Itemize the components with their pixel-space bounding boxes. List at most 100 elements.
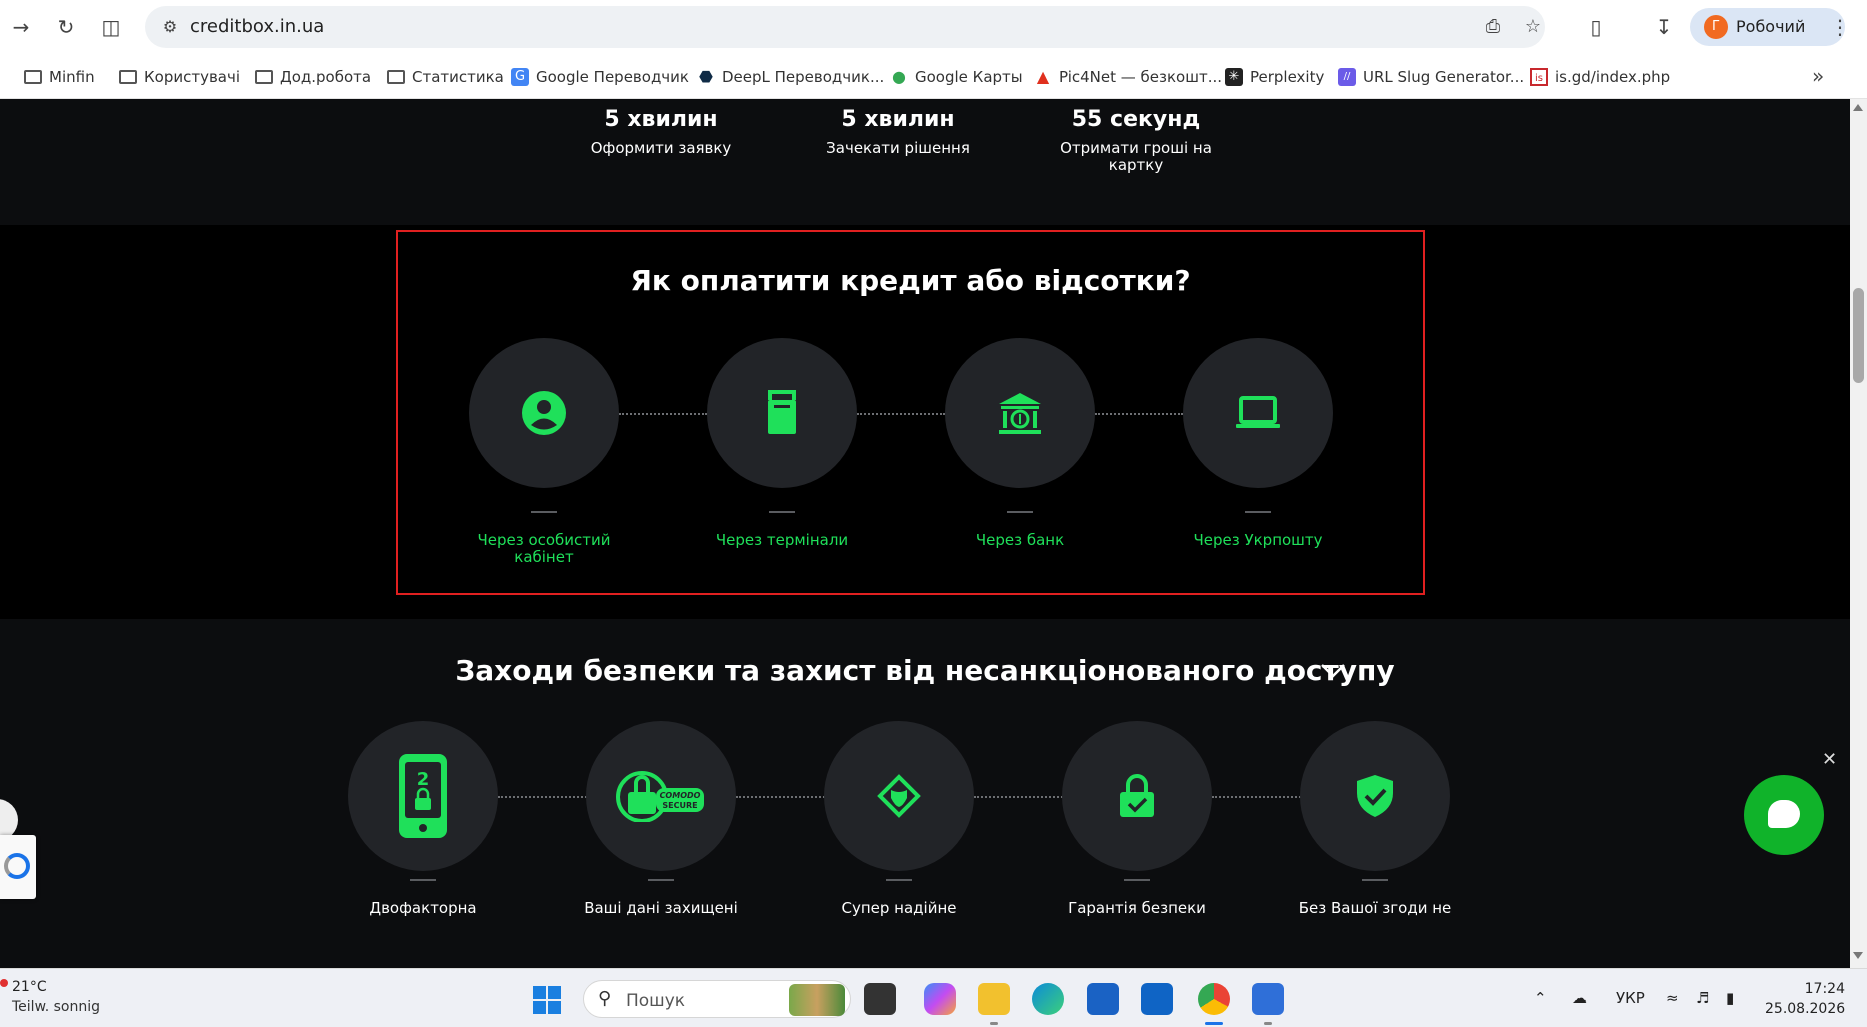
show-hidden-icons-icon[interactable]: ⌃ xyxy=(1534,989,1547,1007)
more-bookmarks-icon[interactable]: » xyxy=(1812,64,1824,88)
close-icon[interactable]: ✕ xyxy=(1822,749,1837,770)
security-item-label: Ваші дані захищені xyxy=(584,899,738,917)
windows-start-icon[interactable] xyxy=(533,986,561,1014)
bookmark-google-translate[interactable]: G Google Переводчик xyxy=(511,66,689,88)
bookmark-extra-work[interactable]: Дод.робота xyxy=(255,66,371,88)
maps-pin-icon: ● xyxy=(892,67,906,86)
google-translate-icon: G xyxy=(511,68,529,86)
weather-temperature[interactable]: 21°C xyxy=(12,979,47,995)
bookmark-minfin[interactable]: Minfin xyxy=(24,66,95,88)
browser-toolbar: → ↻ ◫ ⚙ creditbox.in.ua ⎙ ☆ ▯ ↧ Г Робочи… xyxy=(0,0,1867,54)
extensions-icon[interactable]: ▯ xyxy=(1582,13,1610,41)
user-account-icon xyxy=(522,391,566,435)
taskbar: 21°C Teilw. sonnig ⚲ Пошук ⌃ ☁ УКР ≈ ♬ ▮… xyxy=(0,968,1867,1027)
scrollbar[interactable] xyxy=(1850,99,1867,968)
connector-line xyxy=(498,796,587,798)
connector-line xyxy=(1095,413,1183,415)
task-view-icon[interactable] xyxy=(864,983,896,1015)
outlook-icon[interactable] xyxy=(1141,983,1173,1015)
install-app-icon[interactable]: ⎙ xyxy=(1481,15,1505,39)
payment-step-bank[interactable] xyxy=(945,338,1095,488)
security-item-guarantee[interactable] xyxy=(1062,721,1212,871)
payment-step-label[interactable]: Через Укрпошту xyxy=(1168,532,1348,549)
weather-description[interactable]: Teilw. sonnig xyxy=(12,999,100,1015)
security-item-label: Двофакторна xyxy=(369,899,477,917)
stat-label: Отримати гроші на картку xyxy=(1060,139,1212,174)
browser-menu-icon[interactable]: ⋮ xyxy=(1830,12,1850,42)
bookmark-label: Дод.робота xyxy=(280,68,372,86)
payment-methods-section: Як оплатити кредит або відсотки? Через о… xyxy=(396,230,1425,595)
bookmark-isgd[interactable]: is is.gd/index.php xyxy=(1530,66,1670,88)
store-icon[interactable] xyxy=(1087,983,1119,1015)
step-divider xyxy=(1245,511,1271,513)
stat-apply: 5 хвилин Оформити заявку xyxy=(561,107,761,157)
bookmark-star-icon[interactable]: ☆ xyxy=(1521,15,1545,39)
diamond-shield-icon xyxy=(877,774,921,818)
split-view-button[interactable]: ◫ xyxy=(96,12,126,42)
stats-band: 5 хвилин Оформити заявку 5 хвилин Зачека… xyxy=(0,99,1850,225)
chat-widget-button[interactable] xyxy=(1744,775,1824,855)
scroll-down-arrow-icon[interactable] xyxy=(1853,952,1863,959)
bookmark-label: Pic4Net — безкошт... xyxy=(1059,68,1223,86)
security-item-label: Без Вашої згоди не xyxy=(1298,899,1452,917)
payment-step-label[interactable]: Через термінали xyxy=(692,532,872,549)
scroll-up-arrow-icon[interactable] xyxy=(1853,104,1863,111)
bookmark-label: Minfin xyxy=(49,68,95,86)
step-divider xyxy=(769,511,795,513)
edge-browser-icon[interactable] xyxy=(1032,983,1064,1015)
payment-step-terminal[interactable] xyxy=(707,338,857,488)
bookmark-users[interactable]: Користувачі xyxy=(119,66,240,88)
security-item-2fa[interactable]: 2 xyxy=(348,721,498,871)
stat-wait: 5 хвилин Зачекати рішення xyxy=(798,107,998,157)
bookmark-statistics[interactable]: Статистика xyxy=(387,66,504,88)
address-bar[interactable]: ⚙ creditbox.in.ua ⎙ ☆ xyxy=(145,6,1545,48)
payment-step-label[interactable]: Через банк xyxy=(930,532,1110,549)
item-divider xyxy=(1124,879,1150,881)
stat-label: Зачекати рішення xyxy=(826,139,970,157)
recaptcha-badge[interactable] xyxy=(0,835,36,899)
clock-date[interactable]: 25.08.2026 xyxy=(1765,1001,1845,1017)
security-item-reliable[interactable] xyxy=(824,721,974,871)
battery-icon[interactable]: ▮ xyxy=(1726,989,1734,1007)
url-text[interactable]: creditbox.in.ua xyxy=(190,16,324,37)
payment-step-label[interactable]: Через особистий кабінет xyxy=(469,532,619,566)
bookmark-label: Perplexity xyxy=(1250,68,1325,86)
input-language[interactable]: УКР xyxy=(1616,989,1645,1007)
connector-line xyxy=(736,796,825,798)
bookmark-pic4net[interactable]: ▲ Pic4Net — безкошт... xyxy=(1034,66,1222,88)
taskbar-search[interactable]: ⚲ Пошук xyxy=(583,980,851,1018)
payment-step-cabinet[interactable] xyxy=(469,338,619,488)
profile-button[interactable]: Г Робочий xyxy=(1690,8,1845,46)
security-item-consent[interactable] xyxy=(1300,721,1450,871)
security-item-comodo[interactable]: COMODO SECURE xyxy=(586,721,736,871)
search-icon: ⚲ xyxy=(598,988,612,1009)
running-indicator xyxy=(990,1022,998,1025)
bookmark-label: Google Карты xyxy=(915,68,1023,86)
scrollbar-thumb[interactable] xyxy=(1853,288,1864,383)
folder-icon xyxy=(255,70,273,84)
profile-name: Робочий xyxy=(1736,17,1806,36)
payment-step-ukrposhta[interactable] xyxy=(1183,338,1333,488)
connector-line xyxy=(974,796,1063,798)
downloads-icon[interactable]: ↧ xyxy=(1650,13,1678,41)
forward-button[interactable]: → xyxy=(6,12,36,42)
bookmark-deepl[interactable]: ⬣ DeepL Переводчик... xyxy=(697,66,884,88)
reload-button[interactable]: ↻ xyxy=(51,12,81,42)
wifi-icon[interactable]: ≈ xyxy=(1666,989,1679,1007)
stat-value: 55 секунд xyxy=(1071,107,1201,132)
copilot-icon[interactable] xyxy=(924,983,956,1015)
bookmark-url-slug[interactable]: // URL Slug Generator... xyxy=(1338,66,1524,88)
item-divider xyxy=(1362,879,1388,881)
running-indicator xyxy=(1264,1022,1272,1025)
docs-icon[interactable] xyxy=(1252,983,1284,1015)
bookmark-perplexity[interactable]: ✳ Perplexity xyxy=(1225,66,1324,88)
volume-icon[interactable]: ♬ xyxy=(1696,989,1709,1007)
file-explorer-icon[interactable] xyxy=(978,983,1010,1015)
onedrive-icon[interactable]: ☁ xyxy=(1572,989,1587,1007)
bookmark-google-maps[interactable]: ● Google Карты xyxy=(890,66,1023,88)
bookmarks-bar: Minfin Користувачі Дод.робота Статистика… xyxy=(0,54,1867,99)
chrome-icon[interactable] xyxy=(1198,983,1230,1015)
chevron-down-icon[interactable] xyxy=(1320,663,1346,679)
clock-time[interactable]: 17:24 xyxy=(1775,981,1845,997)
site-settings-icon[interactable]: ⚙ xyxy=(159,16,181,38)
